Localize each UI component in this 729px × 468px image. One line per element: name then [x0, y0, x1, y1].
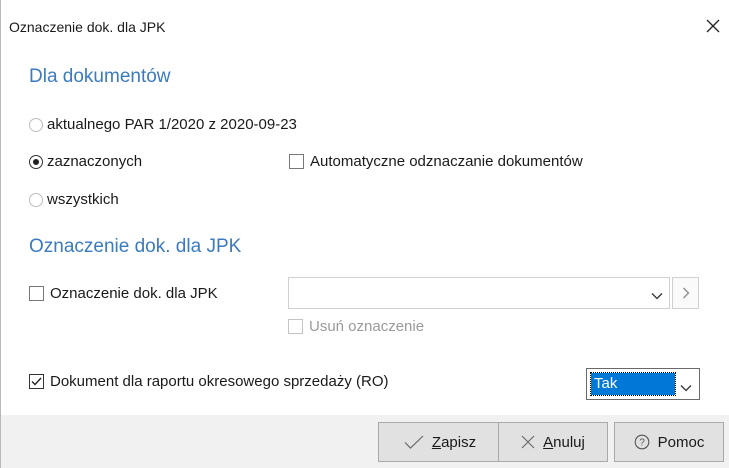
- chevron-down-icon: [680, 379, 692, 397]
- radio-button[interactable]: [29, 117, 43, 132]
- checkbox-box[interactable]: [29, 286, 44, 301]
- section-title-documents: Dla dokumentów: [29, 66, 171, 87]
- checkmark-icon: [31, 377, 42, 386]
- radio-current-document[interactable]: aktualnego PAR 1/2020 z 2020-09-23: [29, 116, 297, 133]
- dialog-window: Oznaczenie dok. dla JPK Dla dokumentów a…: [0, 0, 729, 468]
- checkbox-box[interactable]: [288, 319, 303, 334]
- checkbox-label: Dokument dla raportu okresowego sprzedaż…: [50, 373, 389, 390]
- jpk-marking-open-button[interactable]: [672, 277, 699, 309]
- help-label: Pomoc: [657, 433, 705, 451]
- svg-text:?: ?: [639, 438, 645, 449]
- window-title: Oznaczenie dok. dla JPK: [9, 19, 166, 35]
- checkbox-label: Usuń oznaczenie: [309, 318, 425, 335]
- checkmark-icon: [404, 435, 424, 449]
- checkbox-periodic-sales-report[interactable]: Dokument dla raportu okresowego sprzedaż…: [29, 373, 388, 390]
- close-button[interactable]: [701, 14, 725, 38]
- close-icon: [521, 435, 535, 449]
- jpk-marking-combo[interactable]: [288, 277, 670, 309]
- close-icon: [706, 19, 720, 33]
- checkbox-label: Automatyczne odznaczanie dokumentów: [310, 153, 583, 170]
- radio-label: wszystkich: [47, 191, 119, 208]
- radio-button[interactable]: [29, 192, 43, 207]
- radio-selected-documents[interactable]: zaznaczonych: [29, 153, 142, 170]
- checkbox-auto-unmark[interactable]: Automatyczne odznaczanie dokumentów: [289, 153, 583, 170]
- cancel-button[interactable]: Anuluj: [498, 422, 608, 462]
- checkbox-box[interactable]: [29, 374, 44, 389]
- save-button[interactable]: Zapisz: [378, 422, 502, 462]
- checkbox-jpk-marking[interactable]: Oznaczenie dok. dla JPK: [29, 285, 218, 302]
- radio-dot: [33, 158, 39, 165]
- checkbox-label: Oznaczenie dok. dla JPK: [50, 285, 218, 302]
- help-button[interactable]: ? Pomoc: [614, 422, 724, 462]
- section-title-jpk: Oznaczenie dok. dla JPK: [29, 236, 242, 257]
- chevron-right-icon: [682, 287, 689, 299]
- report-value-select[interactable]: Tak: [586, 368, 700, 400]
- radio-label: aktualnego PAR 1/2020 z 2020-09-23: [47, 116, 297, 133]
- help-icon: ?: [634, 434, 650, 450]
- checkbox-box[interactable]: [289, 154, 304, 169]
- radio-all-documents[interactable]: wszystkich: [29, 191, 119, 208]
- select-value: Tak: [590, 372, 676, 396]
- radio-button[interactable]: [29, 154, 43, 169]
- save-label: Zapisz: [431, 433, 477, 451]
- checkbox-remove-mark[interactable]: Usuń oznaczenie: [288, 318, 424, 335]
- chevron-down-icon: [651, 287, 663, 305]
- cancel-label: Anuluj: [543, 433, 585, 451]
- radio-label: zaznaczonych: [47, 153, 143, 170]
